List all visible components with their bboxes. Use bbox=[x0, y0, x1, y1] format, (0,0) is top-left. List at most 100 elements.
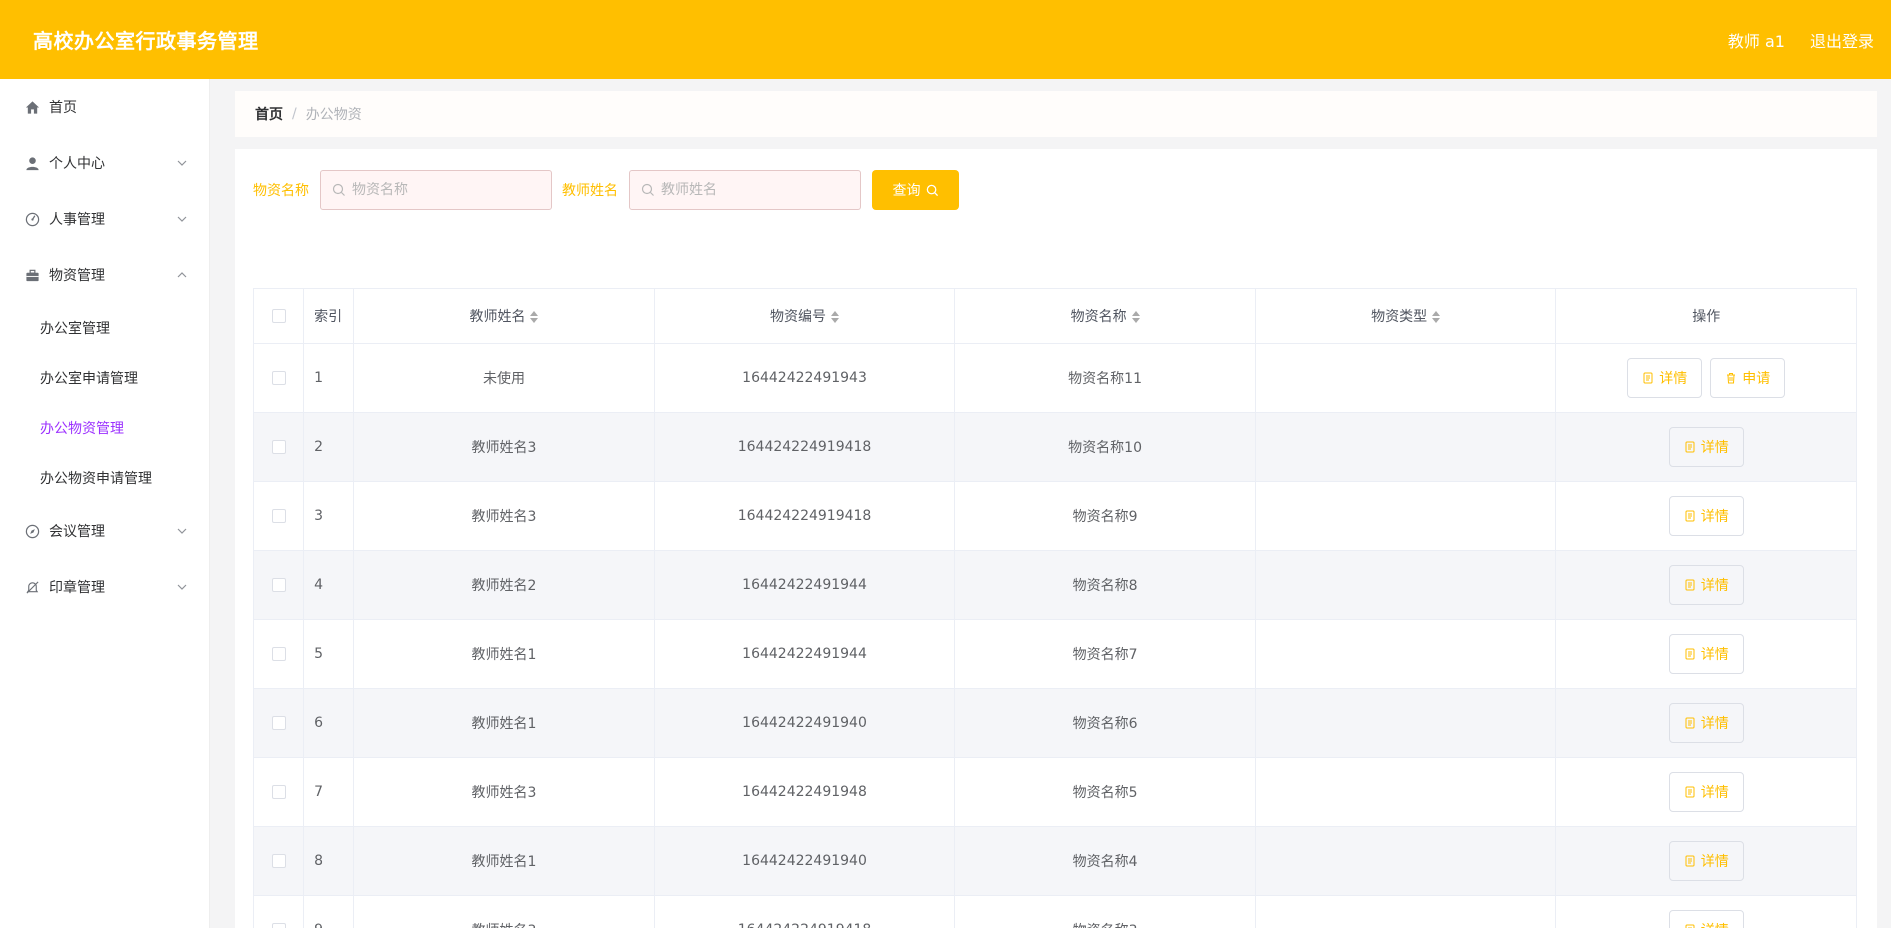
cell-operations: 详情 bbox=[1555, 757, 1857, 827]
material-name-input[interactable] bbox=[352, 182, 532, 198]
row-select-cell bbox=[253, 895, 305, 928]
cell-type bbox=[1255, 481, 1557, 551]
detail-button-label: 详情 bbox=[1700, 785, 1729, 801]
header-name[interactable]: 物资名称 bbox=[954, 288, 1256, 344]
table-header-row: 索引 教师姓名 物资编号 物资名称 物资类型 操作 bbox=[253, 288, 1857, 344]
row-select-cell bbox=[253, 619, 305, 689]
document-icon bbox=[1685, 786, 1695, 798]
teacher-name-input[interactable] bbox=[661, 182, 841, 198]
row-checkbox[interactable] bbox=[271, 371, 286, 385]
query-button[interactable]: 查询 bbox=[872, 170, 959, 210]
detail-button-label: 详情 bbox=[1701, 920, 1729, 928]
select-all-cell bbox=[253, 288, 305, 344]
row-checkbox[interactable] bbox=[271, 647, 286, 661]
search-icon bbox=[926, 184, 938, 196]
cell-index: 4 bbox=[303, 550, 355, 620]
detail-button[interactable]: 详情 bbox=[1668, 565, 1744, 605]
row-checkbox[interactable] bbox=[271, 716, 286, 730]
cell-name: 物资名称3 bbox=[954, 895, 1256, 928]
detail-button[interactable]: 详情 bbox=[1668, 634, 1744, 674]
chevron-up-icon bbox=[177, 270, 187, 280]
cell-type bbox=[1255, 826, 1557, 896]
cell-teacher: 教师姓名3 bbox=[353, 757, 655, 827]
detail-button[interactable]: 详情 bbox=[1627, 358, 1703, 398]
cell-type bbox=[1255, 412, 1557, 482]
cell-operations: 详情 申请 bbox=[1555, 343, 1857, 413]
material-name-search[interactable] bbox=[320, 170, 552, 210]
sidebar-item-seals[interactable]: 印章管理 bbox=[0, 559, 209, 615]
row-checkbox[interactable] bbox=[271, 440, 286, 454]
row-checkbox[interactable] bbox=[271, 785, 286, 799]
materials-table: 索引 教师姓名 物资编号 物资名称 物资类型 操作 1 未使用 1644242249… bbox=[253, 288, 1857, 928]
document-icon bbox=[1685, 441, 1695, 453]
person-icon bbox=[24, 155, 40, 171]
header-type[interactable]: 物资类型 bbox=[1255, 288, 1557, 344]
sidebar-subitem-office-apply[interactable]: 办公室申请管理 bbox=[0, 353, 209, 403]
sidebar-item-personnel[interactable]: 人事管理 bbox=[0, 191, 209, 247]
cell-name: 物资名称6 bbox=[954, 688, 1256, 758]
row-checkbox[interactable] bbox=[271, 578, 286, 592]
sort-icon[interactable] bbox=[1131, 310, 1140, 324]
row-checkbox[interactable] bbox=[271, 509, 286, 523]
document-icon bbox=[1685, 924, 1695, 928]
current-user[interactable]: 教师 a1 bbox=[1728, 28, 1785, 52]
detail-button[interactable]: 详情 bbox=[1668, 772, 1744, 812]
document-icon bbox=[1643, 372, 1653, 384]
document-icon bbox=[1685, 855, 1695, 867]
sidebar-subitem-materials-apply[interactable]: 办公物资申请管理 bbox=[0, 453, 209, 503]
logout-link[interactable]: 退出登录 bbox=[1810, 28, 1874, 52]
sidebar-item-label: 人事管理 bbox=[49, 212, 105, 228]
detail-button-label: 详情 bbox=[1700, 509, 1729, 525]
table-row: 9教师姓名3164424224919418物资名称3 详情 bbox=[253, 895, 1857, 928]
cell-name: 物资名称4 bbox=[954, 826, 1256, 896]
detail-button[interactable]: 详情 bbox=[1668, 841, 1744, 881]
cell-index: 7 bbox=[303, 757, 355, 827]
bell-off-icon bbox=[24, 579, 40, 595]
header-teacher[interactable]: 教师姓名 bbox=[353, 288, 655, 344]
row-select-cell bbox=[253, 826, 305, 896]
apply-button-label: 申请 bbox=[1742, 371, 1771, 387]
row-select-cell bbox=[253, 757, 305, 827]
sidebar-item-home[interactable]: 首页 bbox=[0, 79, 209, 135]
row-checkbox[interactable] bbox=[271, 923, 286, 928]
breadcrumb-home[interactable]: 首页 bbox=[255, 104, 283, 124]
cell-teacher: 教师姓名3 bbox=[353, 412, 655, 482]
cell-index: 8 bbox=[303, 826, 355, 896]
detail-button[interactable]: 详情 bbox=[1668, 427, 1744, 467]
table-row: 4 教师姓名2 16442422491944 物资名称8 详情 bbox=[253, 550, 1857, 620]
teacher-name-label: 教师姓名 bbox=[562, 183, 618, 199]
header-type-label: 物资类型 bbox=[1371, 309, 1428, 325]
teacher-name-search[interactable] bbox=[629, 170, 861, 210]
select-all-checkbox[interactable] bbox=[271, 309, 286, 323]
header-teacher-label: 教师姓名 bbox=[469, 309, 526, 325]
sidebar-item-meetings[interactable]: 会议管理 bbox=[0, 503, 209, 559]
sort-icon[interactable] bbox=[1432, 310, 1441, 324]
material-name-label: 物资名称 bbox=[253, 183, 309, 199]
cell-code: 16442422491940 bbox=[654, 826, 956, 896]
cell-operations: 详情 bbox=[1555, 481, 1857, 551]
sort-icon[interactable] bbox=[530, 310, 539, 324]
detail-button-label: 详情 bbox=[1700, 440, 1729, 456]
sort-icon[interactable] bbox=[831, 310, 840, 324]
detail-button[interactable]: 详情 bbox=[1668, 910, 1744, 928]
detail-button[interactable]: 详情 bbox=[1668, 496, 1744, 536]
row-select-cell bbox=[253, 343, 305, 413]
sidebar: 首页 个人中心 人事管理 物资管理 办公室管理 办公室申请管理 办公物资管理 办… bbox=[0, 79, 210, 928]
sidebar-subitem-office[interactable]: 办公室管理 bbox=[0, 303, 209, 353]
sidebar-subitem-office-materials[interactable]: 办公物资管理 bbox=[0, 403, 209, 453]
cell-code: 16442422491944 bbox=[654, 619, 956, 689]
trash-icon bbox=[1727, 373, 1736, 384]
apply-button[interactable]: 申请 bbox=[1710, 358, 1786, 398]
cell-teacher: 教师姓名1 bbox=[353, 619, 655, 689]
row-checkbox[interactable] bbox=[271, 854, 286, 868]
detail-button-label: 详情 bbox=[1700, 647, 1729, 663]
detail-button[interactable]: 详情 bbox=[1668, 703, 1744, 743]
cell-type bbox=[1255, 343, 1557, 413]
cell-name: 物资名称11 bbox=[954, 343, 1256, 413]
briefcase-icon bbox=[24, 267, 40, 283]
compass-icon bbox=[24, 523, 40, 539]
header-code[interactable]: 物资编号 bbox=[654, 288, 956, 344]
sidebar-item-materials[interactable]: 物资管理 bbox=[0, 247, 209, 303]
breadcrumb: 首页 / 办公物资 bbox=[235, 91, 1877, 137]
sidebar-item-personal-center[interactable]: 个人中心 bbox=[0, 135, 209, 191]
